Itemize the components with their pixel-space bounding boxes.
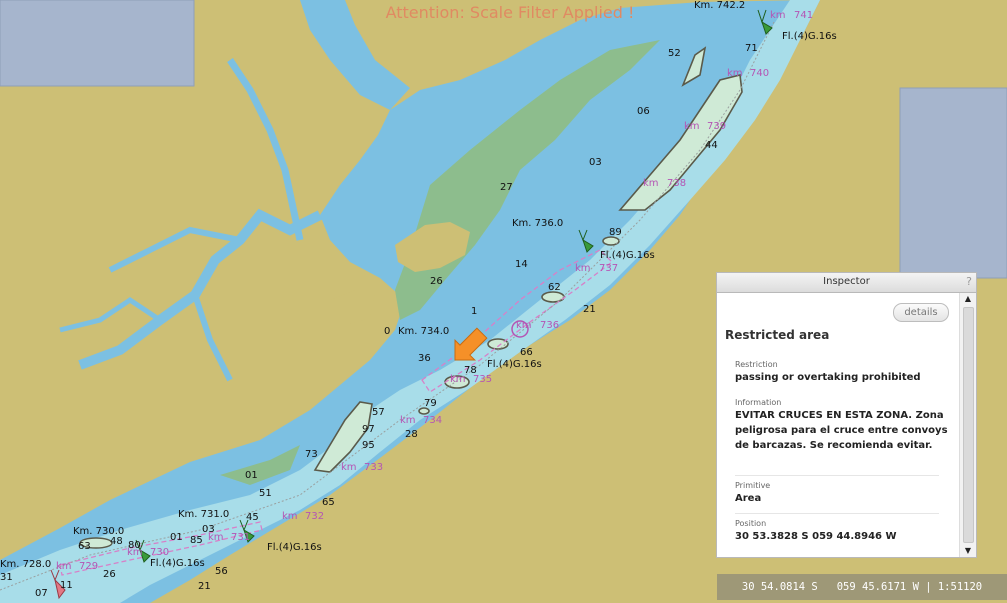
km-mark-prefix: km — [516, 320, 532, 331]
depth-sounding: 31 — [0, 572, 13, 583]
depth-sounding: 01 — [170, 532, 183, 543]
depth-sounding: 21 — [198, 581, 211, 592]
km-point-label: Km. 728.0 — [0, 559, 51, 570]
field-label: Information — [735, 398, 782, 407]
depth-sounding: 51 — [259, 488, 272, 499]
depth-sounding: 85 — [190, 535, 203, 546]
depth-sounding: 80 — [128, 540, 141, 551]
no-data-panel — [0, 0, 195, 87]
km-mark-prefix: km — [643, 178, 659, 189]
km-point-label: Km. 734.0 — [398, 326, 449, 337]
depth-sounding: 03 — [589, 157, 602, 168]
scale-filter-banner: Attention: Scale Filter Applied ! — [385, 3, 635, 22]
km-point-label: Km. 731.0 — [178, 509, 229, 520]
field-label: Restriction — [735, 360, 778, 369]
km-mark-prefix: km — [684, 121, 700, 132]
depth-sounding: 26 — [103, 569, 116, 580]
depth-sounding: 1 — [471, 306, 477, 317]
depth-sounding: 01 — [245, 470, 258, 481]
depth-sounding: 03 — [202, 524, 215, 535]
km-mark: 737 — [599, 263, 618, 274]
details-button[interactable]: details — [893, 303, 949, 322]
light-label: Fl.(4)G.16s — [267, 542, 322, 553]
field-information: Information EVITAR CRUCES EN ESTA ZONA. … — [735, 398, 953, 453]
depth-sounding: 44 — [705, 140, 718, 151]
field-value: Area — [735, 493, 762, 504]
light-label: Fl.(4)G.16s — [150, 558, 205, 569]
inspector-panel: Inspector ? details Restricted area Rest… — [716, 272, 977, 558]
light-label: Fl.(4)G.16s — [487, 359, 542, 370]
field-value: EVITAR CRUCES EN ESTA ZONA. Zona peligro… — [735, 410, 948, 451]
scroll-down-icon[interactable]: ▼ — [960, 545, 976, 557]
km-mark-prefix: km — [770, 10, 786, 21]
depth-sounding: 21 — [583, 304, 596, 315]
light-label: Fl.(4)G.16s — [600, 250, 655, 261]
km-mark-prefix: km — [575, 263, 591, 274]
divider — [735, 513, 939, 514]
depth-sounding: 07 — [35, 588, 48, 599]
feature-title: Restricted area — [725, 328, 830, 342]
depth-sounding: 57 — [372, 407, 385, 418]
km-mark: 730 — [150, 547, 169, 558]
divider — [735, 475, 939, 476]
km-point-label: Km. 736.0 — [512, 218, 563, 229]
field-restriction: Restriction passing or overtaking prohib… — [735, 360, 953, 385]
depth-sounding: 73 — [305, 449, 318, 460]
inspector-header: Inspector ? — [717, 273, 976, 293]
depth-sounding: 78 — [464, 365, 477, 376]
depth-sounding: 45 — [246, 512, 259, 523]
scroll-up-icon[interactable]: ▲ — [960, 293, 976, 305]
depth-sounding: 48 — [110, 536, 123, 547]
field-primitive: Primitive Area — [735, 481, 953, 506]
km-mark: 733 — [364, 462, 383, 473]
depth-sounding: 62 — [548, 282, 561, 293]
depth-sounding: 06 — [637, 106, 650, 117]
field-label: Primitive — [735, 481, 771, 490]
field-position: Position 30 53.3828 S 059 44.8946 W — [735, 519, 953, 544]
km-mark: 738 — [667, 178, 686, 189]
km-mark: 740 — [750, 68, 769, 79]
scroll-thumb[interactable] — [963, 307, 974, 543]
depth-sounding: 14 — [515, 259, 528, 270]
depth-sounding: 71 — [745, 43, 758, 54]
inspector-title: Inspector — [823, 276, 870, 287]
depth-sounding: 63 — [78, 541, 91, 552]
light-label: Fl.(4)G.16s — [782, 31, 837, 42]
depth-sounding: 56 — [215, 566, 228, 577]
km-mark-prefix: km — [400, 415, 416, 426]
field-label: Position — [735, 519, 767, 528]
depth-sounding: 65 — [322, 497, 335, 508]
km-mark-prefix: km — [56, 561, 72, 572]
km-mark: 736 — [540, 320, 559, 331]
inspector-body: details Restricted area Restriction pass… — [717, 293, 959, 557]
depth-sounding: 79 — [424, 398, 437, 409]
no-data-panel — [899, 87, 1007, 279]
km-mark: 729 — [79, 561, 98, 572]
depth-sounding: 28 — [405, 429, 418, 440]
depth-sounding: 89 — [609, 227, 622, 238]
depth-sounding: 66 — [520, 347, 533, 358]
shoal — [541, 291, 565, 303]
km-mark: 734 — [423, 415, 442, 426]
km-mark: 732 — [305, 511, 324, 522]
inspector-scrollbar[interactable]: ▲ ▼ — [959, 293, 976, 557]
depth-sounding: 11 — [60, 580, 73, 591]
km-mark: 731 — [231, 532, 250, 543]
depth-sounding: 26 — [430, 276, 443, 287]
depth-sounding: 97 — [362, 424, 375, 435]
cursor-position-status: 30 54.0814 S 059 45.6171 W | 1:51120 — [717, 574, 1007, 600]
km-mark-prefix: km — [282, 511, 298, 522]
km-mark: 739 — [707, 121, 726, 132]
help-icon[interactable]: ? — [966, 275, 972, 288]
depth-sounding: 27 — [500, 182, 513, 193]
depth-sounding: 36 — [418, 353, 431, 364]
depth-sounding: 95 — [362, 440, 375, 451]
depth-sounding: 52 — [668, 48, 681, 59]
km-mark-prefix: km — [341, 462, 357, 473]
field-value: passing or overtaking prohibited — [735, 372, 921, 383]
depth-sounding: 0 — [384, 326, 390, 337]
field-value: 30 53.3828 S 059 44.8946 W — [735, 531, 897, 542]
km-mark: 741 — [794, 10, 813, 21]
km-mark-prefix: km — [727, 68, 743, 79]
